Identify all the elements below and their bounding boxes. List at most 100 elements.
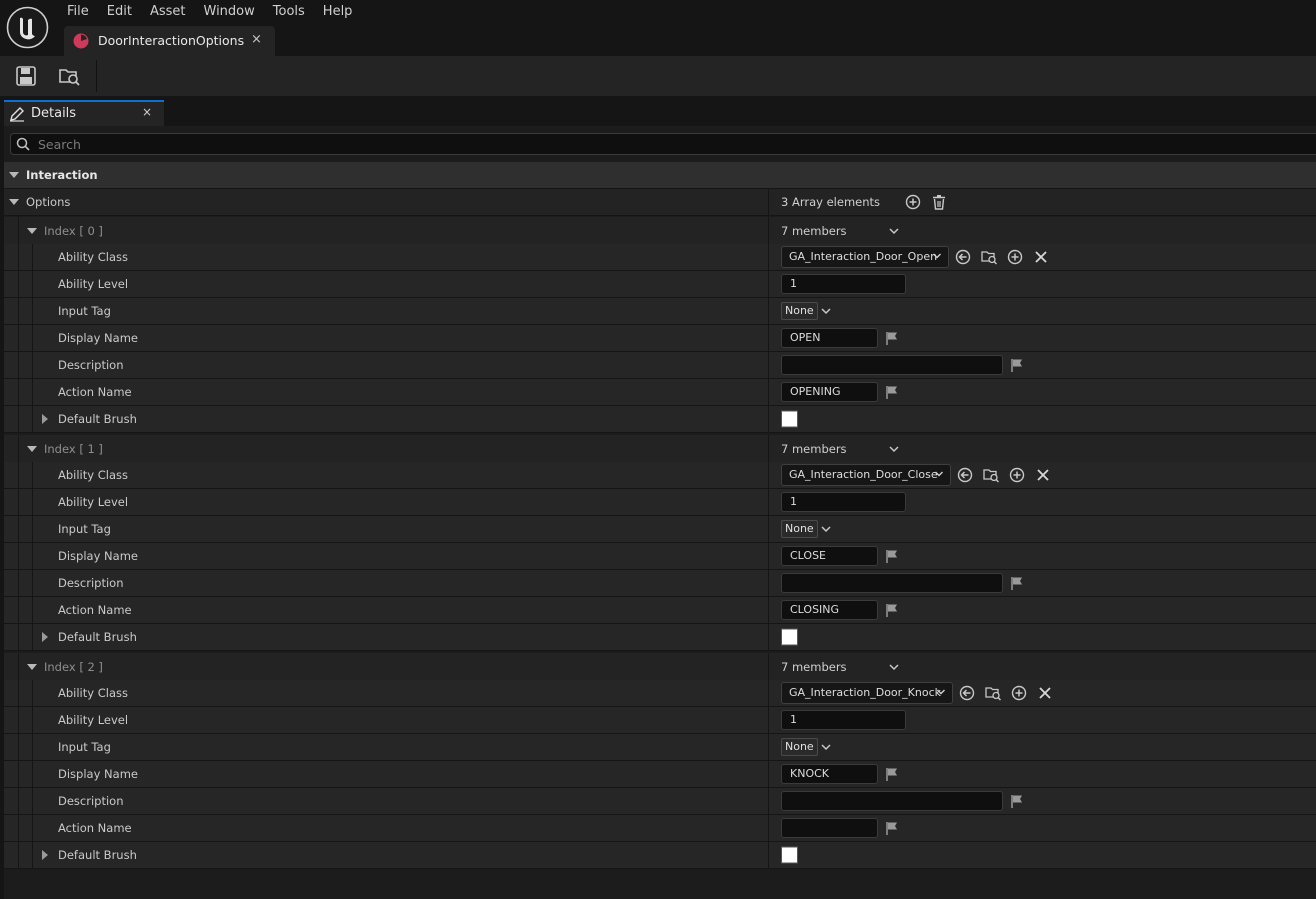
description-field[interactable]: [781, 791, 1003, 811]
search-input[interactable]: [38, 134, 638, 154]
ability-level-row: Ability Level 1: [4, 489, 1316, 516]
default-brush-row: Default Brush: [4, 842, 1316, 869]
action-name-field[interactable]: [781, 818, 878, 838]
toolbar-separator: [96, 60, 97, 92]
expand-arrow-icon[interactable]: [9, 199, 19, 205]
members-count: 7 members: [781, 659, 847, 674]
category-interaction[interactable]: Interaction: [4, 162, 1316, 189]
brush-color-swatch[interactable]: [781, 846, 798, 864]
action-name-row: Action Name CLOSING: [4, 597, 1316, 624]
browse-class-icon[interactable]: [981, 249, 997, 265]
localization-flag-icon[interactable]: [884, 330, 900, 346]
ability-class-combo[interactable]: GA_Interaction_Door_Knock: [781, 682, 953, 704]
expand-arrow-icon[interactable]: [27, 663, 37, 670]
chevron-down-icon[interactable]: [887, 224, 901, 238]
menu-help[interactable]: Help: [314, 0, 362, 24]
input-tag-label: Input Tag: [58, 522, 111, 536]
clear-icon[interactable]: [1033, 249, 1049, 265]
localization-flag-icon[interactable]: [1009, 575, 1025, 591]
expand-arrow-icon[interactable]: [42, 632, 48, 642]
description-field[interactable]: [781, 355, 1003, 375]
document-tab-close-icon[interactable]: ×: [251, 32, 262, 47]
add-element-icon[interactable]: [905, 194, 921, 210]
delete-all-icon[interactable]: [931, 194, 947, 210]
clear-icon[interactable]: [1037, 685, 1053, 701]
expand-arrow-icon[interactable]: [42, 850, 48, 860]
menu-edit[interactable]: Edit: [98, 0, 141, 24]
menu-tools[interactable]: Tools: [264, 0, 314, 24]
localization-flag-icon[interactable]: [1009, 793, 1025, 809]
display-name-row: Display Name KNOCK: [4, 761, 1316, 788]
ability-level-field[interactable]: 1: [781, 710, 906, 730]
chevron-down-icon[interactable]: [820, 741, 832, 753]
members-count: 7 members: [781, 441, 847, 456]
chevron-down-icon[interactable]: [820, 523, 832, 535]
ability-class-combo[interactable]: GA_Interaction_Door_Open: [781, 246, 949, 268]
input-tag-value[interactable]: None: [781, 738, 818, 756]
document-tab[interactable]: DoorInteractionOptions ×: [64, 26, 275, 56]
default-brush-label: Default Brush: [58, 848, 137, 862]
ability-level-row: Ability Level 1: [4, 707, 1316, 734]
ability-class-label: Ability Class: [58, 686, 128, 700]
input-tag-value[interactable]: None: [781, 520, 818, 538]
use-selected-icon[interactable]: [959, 685, 975, 701]
chevron-down-icon[interactable]: [887, 660, 901, 674]
menu-window[interactable]: Window: [195, 0, 264, 24]
description-label: Description: [58, 576, 124, 590]
localization-flag-icon[interactable]: [884, 384, 900, 400]
browse-class-icon[interactable]: [985, 685, 1001, 701]
ability-level-label: Ability Level: [58, 277, 129, 291]
chevron-down-icon[interactable]: [887, 442, 901, 456]
index-label: Index [ 1 ]: [44, 441, 103, 456]
action-name-label: Action Name: [58, 385, 132, 399]
localization-flag-icon[interactable]: [884, 820, 900, 836]
create-new-class-icon[interactable]: [1007, 249, 1023, 265]
expand-arrow-icon[interactable]: [42, 414, 48, 424]
input-tag-label: Input Tag: [58, 304, 111, 318]
action-name-field[interactable]: CLOSING: [781, 600, 878, 620]
display-name-row: Display Name OPEN: [4, 325, 1316, 352]
action-name-row: Action Name OPENING: [4, 379, 1316, 406]
details-tab-close-icon[interactable]: ×: [142, 105, 152, 119]
localization-flag-icon[interactable]: [1009, 357, 1025, 373]
index-label: Index [ 0 ]: [44, 223, 103, 238]
display-name-field[interactable]: OPEN: [781, 328, 878, 348]
clear-icon[interactable]: [1035, 467, 1051, 483]
description-label: Description: [58, 358, 124, 372]
expand-arrow-icon[interactable]: [27, 445, 37, 452]
brush-color-swatch[interactable]: [781, 628, 798, 646]
create-new-class-icon[interactable]: [1009, 467, 1025, 483]
display-name-field[interactable]: KNOCK: [781, 764, 878, 784]
data-asset-icon: [73, 33, 89, 49]
browse-to-asset-icon[interactable]: [58, 65, 80, 87]
input-tag-value[interactable]: None: [781, 302, 818, 320]
action-name-field[interactable]: OPENING: [781, 382, 878, 402]
create-new-class-icon[interactable]: [1011, 685, 1027, 701]
localization-flag-icon[interactable]: [884, 766, 900, 782]
localization-flag-icon[interactable]: [884, 548, 900, 564]
ability-level-field[interactable]: 1: [781, 492, 906, 512]
display-name-label: Display Name: [58, 767, 138, 781]
chevron-down-icon[interactable]: [820, 305, 832, 317]
details-tab[interactable]: Details ×: [4, 100, 164, 126]
description-field[interactable]: [781, 573, 1003, 593]
search-box[interactable]: [10, 133, 1316, 155]
localization-flag-icon[interactable]: [884, 602, 900, 618]
expand-arrow-icon[interactable]: [9, 172, 19, 178]
default-brush-label: Default Brush: [58, 630, 137, 644]
unreal-logo-icon[interactable]: [6, 6, 49, 49]
ability-level-field[interactable]: 1: [781, 274, 906, 294]
brush-color-swatch[interactable]: [781, 410, 798, 428]
use-selected-icon[interactable]: [955, 249, 971, 265]
ability-class-combo[interactable]: GA_Interaction_Door_Close: [781, 464, 951, 486]
save-icon[interactable]: [15, 65, 37, 87]
use-selected-icon[interactable]: [957, 467, 973, 483]
display-name-field[interactable]: CLOSE: [781, 546, 878, 566]
menu-asset[interactable]: Asset: [141, 0, 195, 24]
input-tag-row: Input Tag None: [4, 516, 1316, 543]
expand-arrow-icon[interactable]: [27, 227, 37, 234]
menu-file[interactable]: File: [58, 0, 98, 24]
browse-class-icon[interactable]: [983, 467, 999, 483]
description-row: Description: [4, 788, 1316, 815]
details-tab-label: Details: [31, 106, 77, 121]
